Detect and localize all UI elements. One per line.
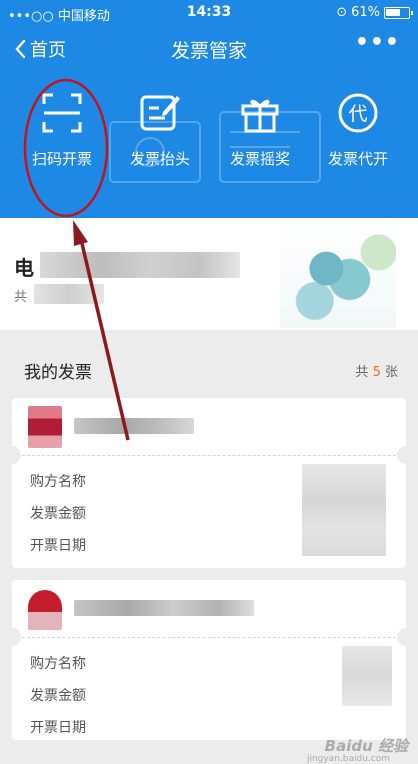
my-invoices-header: 我的发票 共 5 张: [0, 346, 418, 390]
battery-percent: 61%: [351, 5, 380, 20]
pixelated-logo: [280, 220, 396, 328]
pixelated-logo: [28, 590, 62, 630]
count-suffix: 张: [384, 365, 398, 380]
pixelated-text: [40, 252, 240, 278]
pixelated-values: [342, 646, 392, 706]
proxy-icon: 代: [338, 93, 378, 133]
battery-icon: [384, 6, 413, 19]
invoice-card[interactable]: 购方名称 发票金额 开票日期: [3, 580, 415, 740]
invoice-card-header: [3, 398, 415, 464]
watermark: Baidu 经验: [324, 737, 408, 755]
scan-invoice-label: 扫码开票: [31, 150, 92, 168]
edit-icon: [140, 95, 180, 131]
invoice-header-label: 发票抬头: [129, 150, 190, 168]
pixelated-values: [302, 464, 386, 556]
more-options-button[interactable]: •••: [355, 30, 400, 55]
status-bar: •••○○ 中国移动 14:33 ⊙ 61%: [0, 0, 418, 26]
scan-invoice-button[interactable]: 扫码开票: [12, 92, 112, 169]
pixelated-text: [34, 284, 104, 304]
pixelated-text: [74, 600, 254, 616]
action-toolbar: 扫码开票 发票抬头 发票摇奖 代 发票代开: [0, 72, 418, 218]
invoice-lottery-label: 发票摇奖: [229, 150, 290, 168]
rotation-lock-icon: ⊙: [336, 5, 348, 20]
invoice-card[interactable]: 购方名称 发票金额 开票日期: [3, 398, 415, 568]
status-right: ⊙ 61%: [336, 5, 413, 20]
card-notch: [3, 446, 21, 464]
invoice-lottery-button[interactable]: 发票摇奖: [210, 92, 310, 169]
proxy-invoice-label: 发票代开: [327, 150, 388, 168]
summary-title: 电: [14, 256, 34, 280]
summary-card[interactable]: 电 共: [0, 218, 418, 330]
card-notch: [3, 628, 21, 646]
invoice-header-button[interactable]: 发票抬头: [110, 92, 210, 169]
pixelated-text: [74, 418, 194, 434]
watermark-url: jingyan.baidu.com: [306, 754, 390, 764]
invoice-count: 共 5 张: [355, 361, 398, 380]
proxy-invoice-button[interactable]: 代 发票代开: [308, 92, 408, 169]
proxy-glyph: 代: [348, 103, 367, 125]
gift-icon: [241, 99, 279, 133]
pixelated-logo: [28, 406, 62, 448]
card-notch: [397, 628, 415, 646]
summary-subtitle: 共: [14, 290, 28, 305]
section-title: 我的发票: [24, 363, 92, 383]
card-notch: [397, 446, 415, 464]
scan-icon: [42, 93, 82, 133]
count-prefix: 共: [355, 365, 369, 380]
invoice-card-header: [3, 580, 415, 646]
navigation-bar: 首页 发票管家 •••: [0, 26, 418, 72]
count-number: 5: [372, 365, 381, 380]
